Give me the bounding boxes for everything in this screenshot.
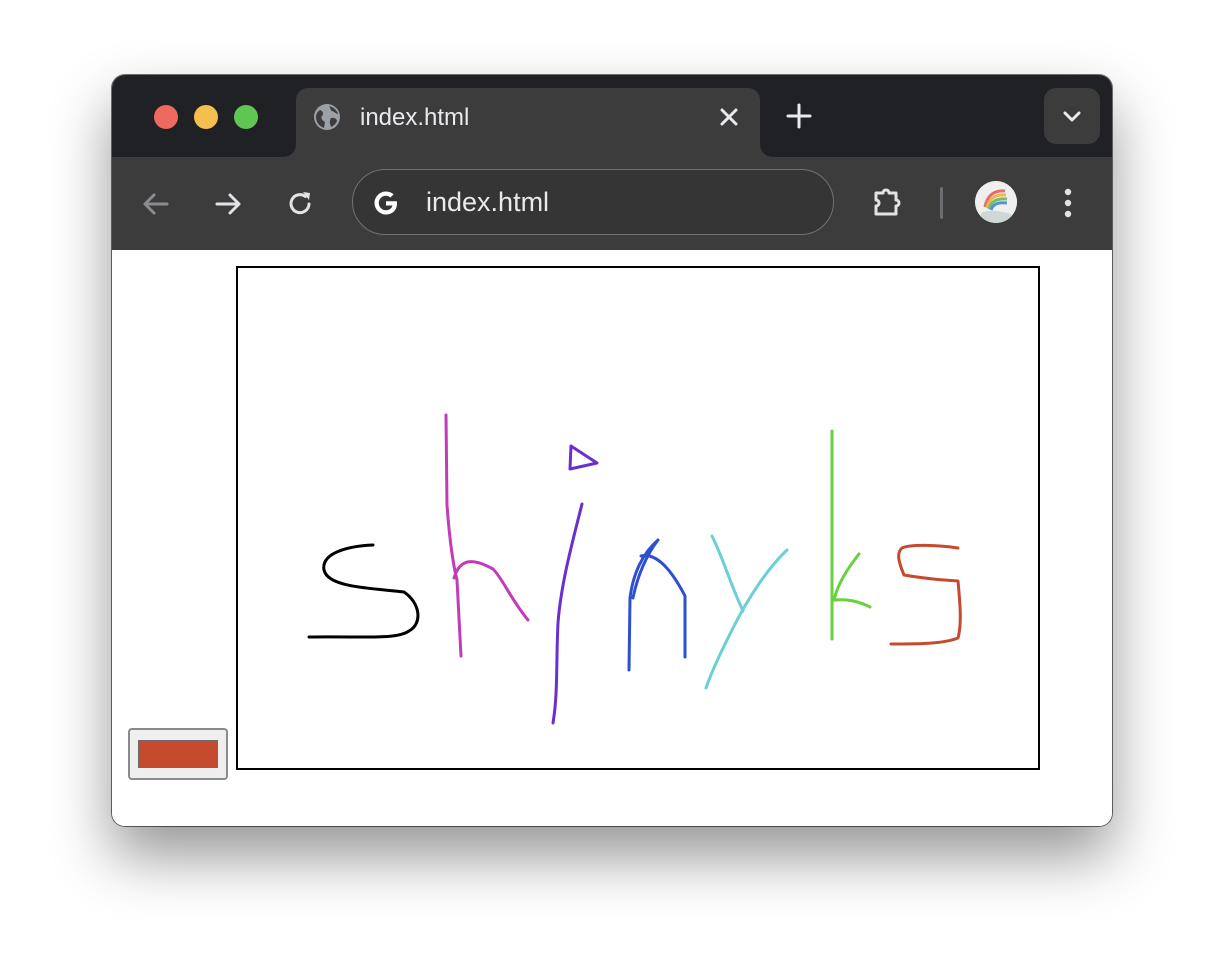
forward-arrow-icon[interactable] [211,187,245,221]
toolbar-divider [940,187,943,219]
page-content [112,250,1112,826]
chevron-down-icon [1063,111,1081,122]
stroke-y-cyan [704,534,789,690]
stroke-n-blue [627,538,687,672]
window-minimize-button[interactable] [194,105,218,129]
globe-icon [314,104,340,130]
tab-strip: index.html [112,75,1112,157]
stroke-h-magenta [444,413,530,658]
stroke-s-red [889,543,962,646]
drawing-canvas[interactable] [236,266,1040,770]
extensions-puzzle-icon[interactable] [868,183,908,223]
reload-icon[interactable] [283,187,317,221]
url-text: index.html [426,187,550,217]
stroke-k-green [830,429,872,641]
avatar-image [975,181,1017,223]
window-close-button[interactable] [154,105,178,129]
close-icon[interactable] [714,102,744,132]
tab-title: index.html [360,104,470,131]
stroke-s-black [307,543,420,639]
browser-toolbar: index.html [112,157,1112,250]
tab-index-html[interactable]: index.html [284,88,772,157]
more-vert-icon[interactable] [1052,183,1084,223]
stroke-j-purple [551,444,599,725]
browser-window: index.html index.html [112,75,1112,826]
color-swatch [138,740,218,768]
new-tab-icon[interactable] [784,101,814,131]
window-maximize-button[interactable] [234,105,258,129]
address-bar[interactable]: index.html [352,169,834,235]
drawing-strokes [307,413,962,725]
profile-avatar[interactable] [975,181,1017,223]
color-picker-input[interactable] [128,728,228,780]
tab-search-button[interactable] [1044,88,1100,144]
back-arrow-icon[interactable] [139,187,173,221]
google-g-icon [374,191,397,215]
